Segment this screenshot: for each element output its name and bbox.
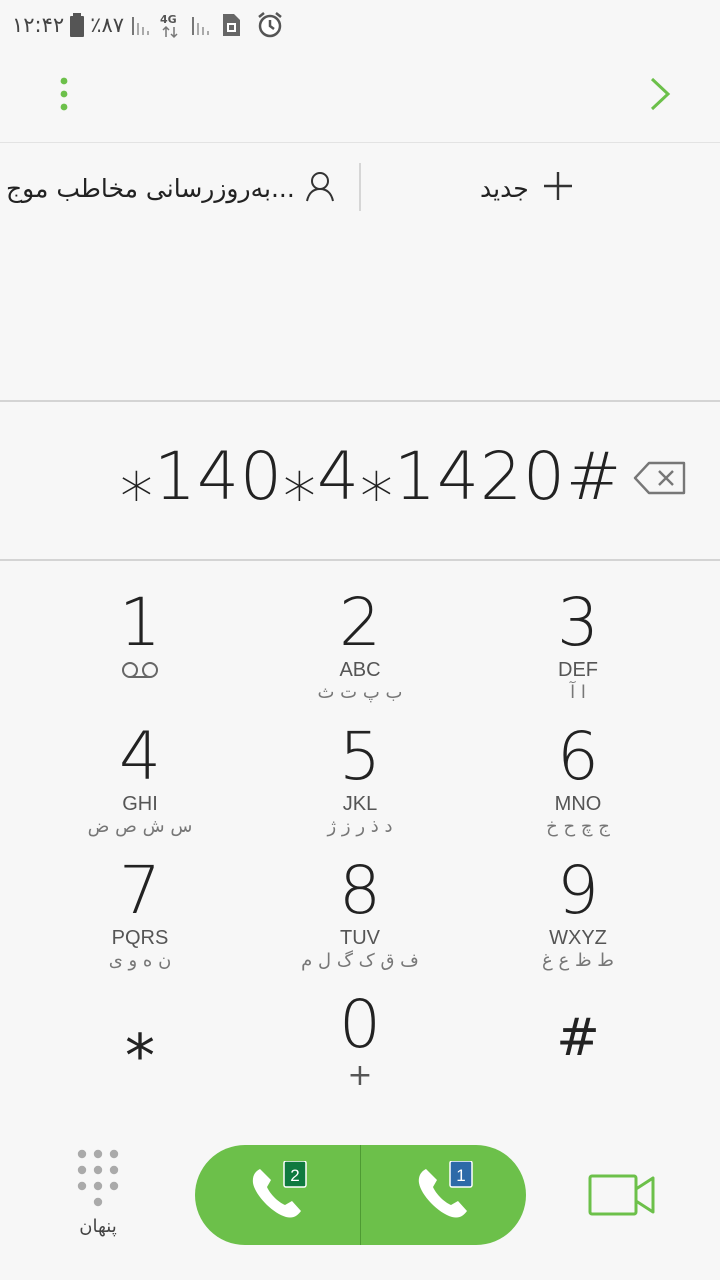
sim-card-icon	[220, 10, 242, 40]
key-star[interactable]: ⁎	[40, 963, 240, 1093]
status-bar: ۱۲:۴۲ ٪۸۷ 4G	[0, 0, 720, 50]
key-letters: ABC	[339, 659, 381, 681]
key-digit: 2	[339, 584, 381, 661]
key-6[interactable]: 6 MNO ج چ ح خ	[478, 695, 678, 838]
more-options-button[interactable]	[40, 72, 88, 120]
status-left: ۱۲:۴۲ ٪۸۷ 4G	[12, 8, 284, 42]
chevron-right-icon	[649, 76, 671, 116]
person-icon	[305, 170, 335, 206]
svg-text:4G: 4G	[160, 13, 177, 26]
network-4g-icon: 4G	[160, 10, 184, 40]
update-contact-button[interactable]: به‌روزرسانی مخاطب موج...	[6, 163, 348, 213]
backspace-button[interactable]	[630, 460, 690, 500]
sim1-badge: 1	[456, 1166, 465, 1185]
plus-icon	[543, 171, 573, 205]
key-symbol: ⁎	[125, 1003, 155, 1073]
top-bar	[0, 50, 720, 142]
key-1[interactable]: 1	[40, 561, 240, 691]
key-letters: MNO	[554, 793, 602, 815]
bottom-bar: پنهان 2 1	[0, 1110, 720, 1280]
hide-label: پنهان	[79, 1216, 117, 1237]
call-sim1-button[interactable]: 1	[361, 1145, 526, 1245]
key-7[interactable]: 7 PQRS ن ه و ی	[40, 829, 240, 972]
key-digit: 1	[119, 584, 161, 661]
dialed-number[interactable]: ⁎140⁎4⁎1420#	[120, 438, 622, 515]
keypad: 1 2 ABC ب پ ت ث 3 DEF ا آ 4 GHI س ش ص ض …	[0, 561, 720, 1101]
key-hash[interactable]: #	[478, 963, 678, 1093]
key-letters: JKL	[342, 793, 378, 815]
key-digit: 3	[557, 584, 599, 661]
key-5[interactable]: 5 JKL د ذ ر ز ژ	[260, 695, 460, 838]
new-contact-button[interactable]: جدید	[480, 163, 573, 213]
new-contact-label: جدید	[480, 173, 529, 203]
key-letters: PQRS	[111, 927, 169, 949]
number-display: ⁎140⁎4⁎1420#	[0, 402, 720, 559]
key-digit: 0	[339, 986, 381, 1063]
key-plus: +	[347, 1058, 373, 1093]
dialpad-icon	[76, 1148, 120, 1212]
key-letters: GHI	[122, 793, 158, 815]
key-8[interactable]: 8 TUV ف ق ک گ ل م	[260, 829, 460, 972]
alarm-icon	[256, 10, 284, 40]
key-2[interactable]: 2 ABC ب پ ت ث	[260, 561, 460, 704]
phone-sim1-icon: 1	[412, 1160, 476, 1229]
key-4[interactable]: 4 GHI س ش ص ض	[40, 695, 240, 838]
video-camera-icon	[588, 1172, 656, 1222]
key-letters: WXYZ	[549, 927, 607, 949]
key-0[interactable]: 0 +	[260, 963, 460, 1093]
call-buttons: 2 1	[195, 1145, 526, 1245]
battery-icon	[70, 10, 85, 40]
voicemail-icon	[121, 661, 159, 683]
key-letters: DEF	[558, 659, 598, 681]
update-contact-label: به‌روزرسانی مخاطب موج...	[6, 173, 295, 203]
battery-percent: ٪۸۷	[90, 13, 125, 37]
call-sim2-button[interactable]: 2	[195, 1145, 360, 1245]
key-digit: 8	[339, 852, 381, 929]
divider	[359, 163, 361, 211]
signal-sim2-icon	[190, 10, 214, 40]
next-button[interactable]	[636, 72, 684, 120]
signal-sim1-icon	[130, 10, 154, 40]
key-digit: 7	[119, 852, 161, 929]
key-digit: 9	[557, 852, 599, 929]
status-time: ۱۲:۴۲	[12, 13, 65, 37]
key-digit: 6	[557, 718, 599, 795]
key-letters: TUV	[340, 927, 380, 949]
backspace-icon	[633, 461, 687, 499]
key-symbol: #	[556, 1008, 600, 1068]
video-call-button[interactable]	[586, 1162, 658, 1232]
hide-keypad-button[interactable]: پنهان	[62, 1148, 134, 1258]
sim2-badge: 2	[290, 1166, 299, 1185]
key-digit: 5	[339, 718, 381, 795]
more-vertical-icon	[59, 77, 69, 115]
phone-sim2-icon: 2	[246, 1160, 310, 1229]
key-9[interactable]: 9 WXYZ ط ظ ع غ	[478, 829, 678, 972]
contact-actions: به‌روزرسانی مخاطب موج... جدید	[0, 143, 720, 233]
key-digit: 4	[119, 718, 161, 795]
key-3[interactable]: 3 DEF ا آ	[478, 561, 678, 704]
